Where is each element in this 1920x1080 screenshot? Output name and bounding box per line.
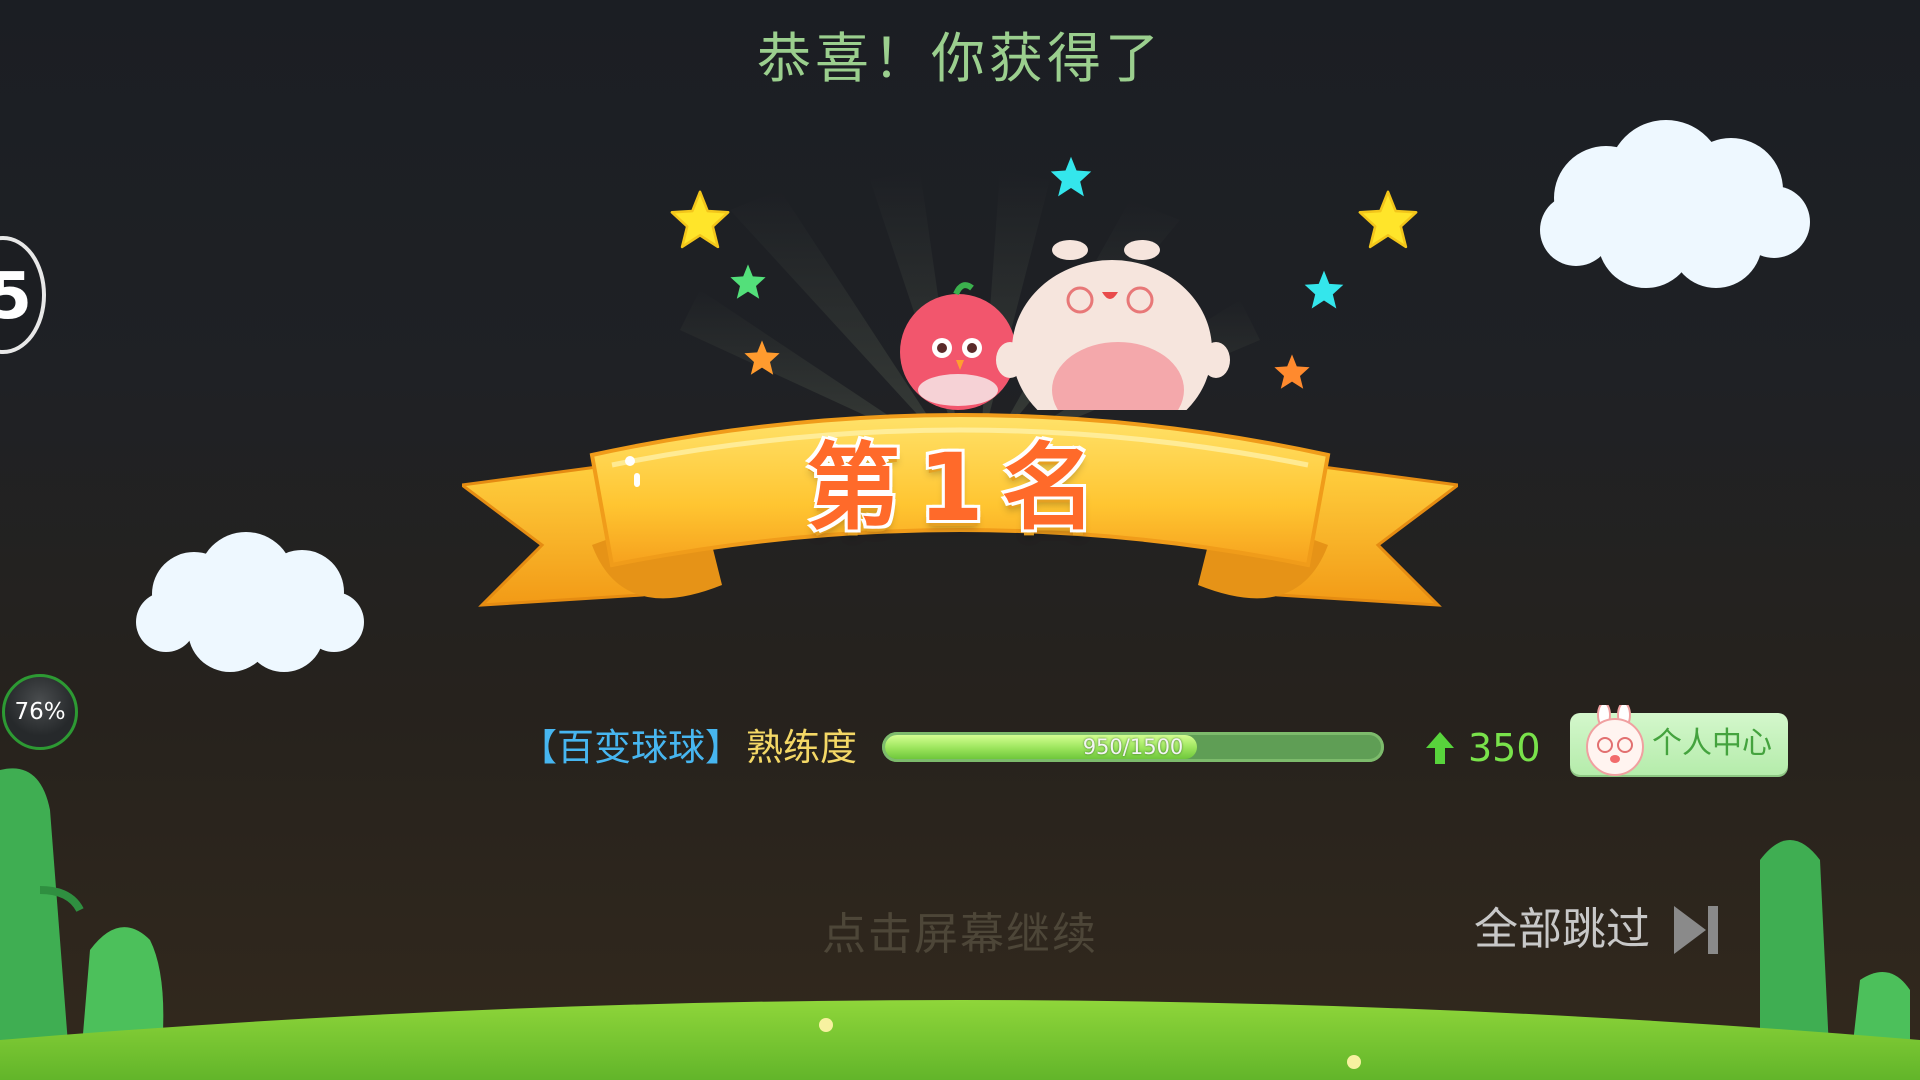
mascot-characters xyxy=(900,240,1230,410)
star-icon xyxy=(670,190,730,249)
proficiency-gain: 350 xyxy=(1468,726,1541,770)
star-icon xyxy=(1274,354,1310,389)
star-icon xyxy=(744,340,780,375)
congrats-title: 恭喜！你获得了 xyxy=(757,27,1163,90)
cloud-icon xyxy=(136,532,364,672)
star-icon xyxy=(1358,190,1418,249)
cloud-icon xyxy=(1540,120,1810,288)
skip-all-button[interactable]: 全部跳过 xyxy=(1474,898,1650,962)
star-icon xyxy=(730,264,766,299)
proficiency-progress-text: 950/1500 xyxy=(1082,735,1184,759)
edge-floating-badge[interactable]: 5 xyxy=(0,236,46,354)
bunny-avatar-icon xyxy=(1586,705,1644,776)
up-arrow-icon xyxy=(1426,732,1454,764)
game-screen[interactable]: 恭喜！你获得了 第1名 【百变球球】 熟练度 950/1500 350 个人中心… xyxy=(0,0,1920,1080)
grass-ground xyxy=(0,1000,1920,1080)
profile-center-label: 个人中心 xyxy=(1652,726,1772,761)
edge-badge-number: 5 xyxy=(0,260,32,334)
proficiency-row: 【百变球球】 熟练度 950/1500 350 个人中心 xyxy=(0,705,1920,778)
game-name: 【百变球球】 xyxy=(520,726,742,769)
star-icon xyxy=(1304,270,1344,309)
proficiency-progress-bar: 950/1500 xyxy=(882,732,1384,762)
proficiency-label: 熟练度 xyxy=(746,726,857,769)
profile-center-button[interactable]: 个人中心 xyxy=(1570,705,1788,776)
rank-label: 第1名 xyxy=(806,434,1114,543)
star-icon xyxy=(1050,156,1092,197)
skip-forward-icon[interactable] xyxy=(1672,904,1720,956)
